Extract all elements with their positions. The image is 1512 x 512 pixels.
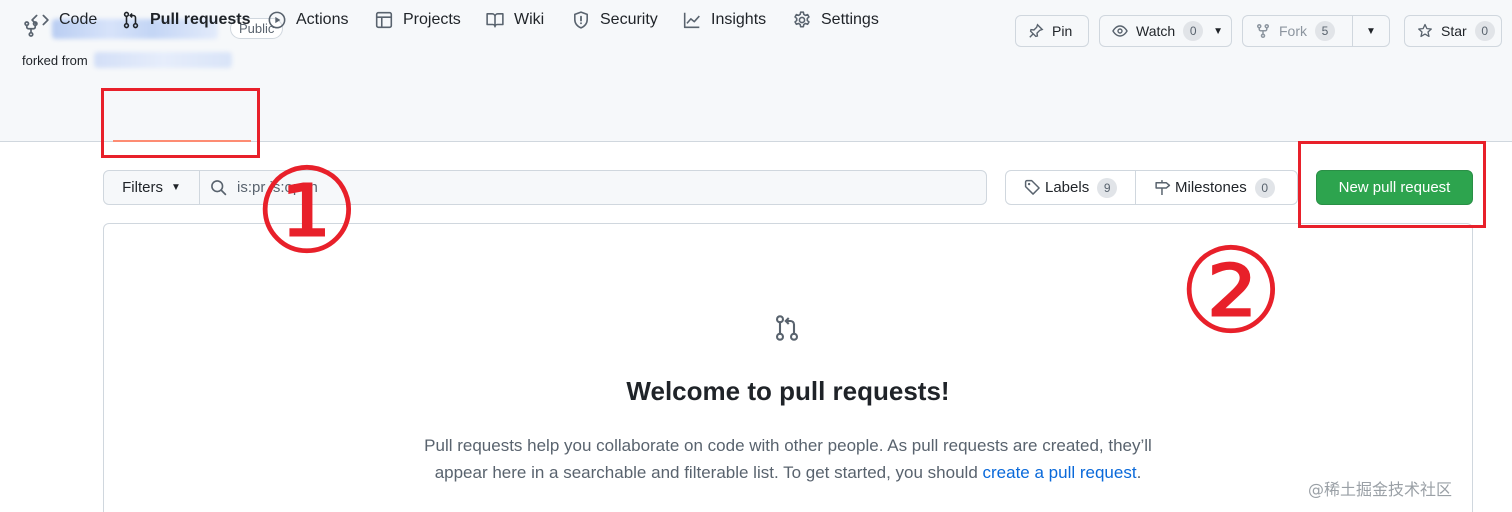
tab-security[interactable]: Security: [572, 0, 658, 40]
desc-line-2: appear here in a searchable and filterab…: [434, 463, 978, 482]
tab-settings-label: Settings: [821, 11, 879, 28]
star-button[interactable]: Star 0: [1404, 15, 1502, 47]
annotation-box-pull-requests-tab: [101, 88, 260, 158]
tab-projects-label: Projects: [403, 11, 461, 28]
tab-security-label: Security: [600, 11, 658, 28]
tab-code-label: Code: [59, 11, 98, 28]
git-pull-request-icon: [122, 11, 140, 29]
tab-projects[interactable]: Projects: [375, 0, 461, 40]
annotation-marker-2: ②: [1178, 222, 1284, 360]
create-pull-request-link[interactable]: create a pull request: [983, 463, 1137, 482]
tag-icon: [1024, 179, 1041, 196]
forked-from-link-redacted[interactable]: [93, 52, 232, 68]
star-count: 0: [1474, 21, 1495, 41]
fork-button[interactable]: Fork 5: [1243, 16, 1353, 46]
book-icon: [486, 11, 504, 29]
annotation-marker-1: ①: [254, 142, 360, 280]
watch-label: Watch: [1136, 23, 1176, 39]
fork-count: 5: [1315, 21, 1335, 41]
tab-settings[interactable]: Settings: [793, 0, 879, 40]
tab-pull-requests[interactable]: Pull requests: [122, 0, 250, 40]
filters-caret-icon: ▼: [170, 182, 181, 193]
milestones-label: Milestones: [1175, 179, 1247, 196]
watch-caret-icon[interactable]: ▼: [1213, 26, 1223, 37]
tab-insights-label: Insights: [711, 11, 767, 28]
pin-button[interactable]: Pin: [1015, 15, 1089, 47]
annotation-box-new-pr-button: [1298, 141, 1486, 228]
watermark: @稀土掘金技术社区: [1308, 480, 1453, 499]
forked-from-label: forked from: [22, 52, 88, 68]
labels-button[interactable]: Labels 9: [1006, 171, 1136, 204]
star-label: Star: [1441, 23, 1467, 39]
git-pull-request-icon: [773, 314, 801, 342]
tab-insights[interactable]: Insights: [683, 0, 766, 40]
pin-label: Pin: [1052, 23, 1073, 39]
fork-dropdown-button[interactable]: ▼: [1353, 16, 1389, 46]
tab-wiki[interactable]: Wiki: [486, 0, 544, 40]
filters-label: Filters: [122, 179, 163, 196]
fork-button-group: Fork 5 ▼: [1242, 15, 1390, 47]
star-icon: [1417, 23, 1433, 39]
fork-icon: [1255, 23, 1271, 39]
eye-icon: [1112, 23, 1128, 39]
tab-actions[interactable]: Actions: [268, 0, 348, 40]
milestone-icon: [1154, 179, 1171, 196]
fork-label: Fork: [1279, 23, 1307, 39]
pin-icon: [1028, 23, 1044, 39]
tab-pull-requests-label: Pull requests: [150, 11, 251, 28]
table-icon: [375, 11, 393, 29]
blankslate-title: Welcome to pull requests!: [626, 376, 950, 406]
play-icon: [268, 11, 286, 29]
tab-code[interactable]: Code: [31, 0, 97, 40]
labels-count: 9: [1097, 177, 1118, 198]
milestones-button[interactable]: Milestones 0: [1136, 171, 1275, 204]
code-icon: [31, 11, 49, 29]
desc-suffix: .: [1136, 463, 1142, 482]
gear-icon: [793, 11, 811, 29]
tab-wiki-label: Wiki: [514, 11, 545, 28]
watch-count: 0: [1183, 21, 1204, 41]
blankslate-description: Pull requests help you collaborate on co…: [388, 432, 1188, 486]
labels-label: Labels: [1045, 179, 1090, 196]
filters-button[interactable]: Filters ▼: [104, 171, 200, 204]
shield-icon: [572, 11, 590, 29]
filter-search-bar: Filters ▼: [103, 170, 987, 205]
graph-icon: [683, 11, 701, 29]
desc-line-1: Pull requests help you collaborate on co…: [424, 436, 1152, 455]
tab-actions-label: Actions: [296, 11, 349, 28]
search-icon: [210, 179, 227, 196]
milestones-count: 0: [1254, 177, 1275, 198]
watch-button[interactable]: Watch 0 ▼: [1099, 15, 1232, 47]
chevron-down-icon: ▼: [1366, 25, 1376, 37]
forked-from-row: forked from: [22, 52, 232, 68]
labels-milestones-group: Labels 9 Milestones 0: [1005, 170, 1298, 205]
